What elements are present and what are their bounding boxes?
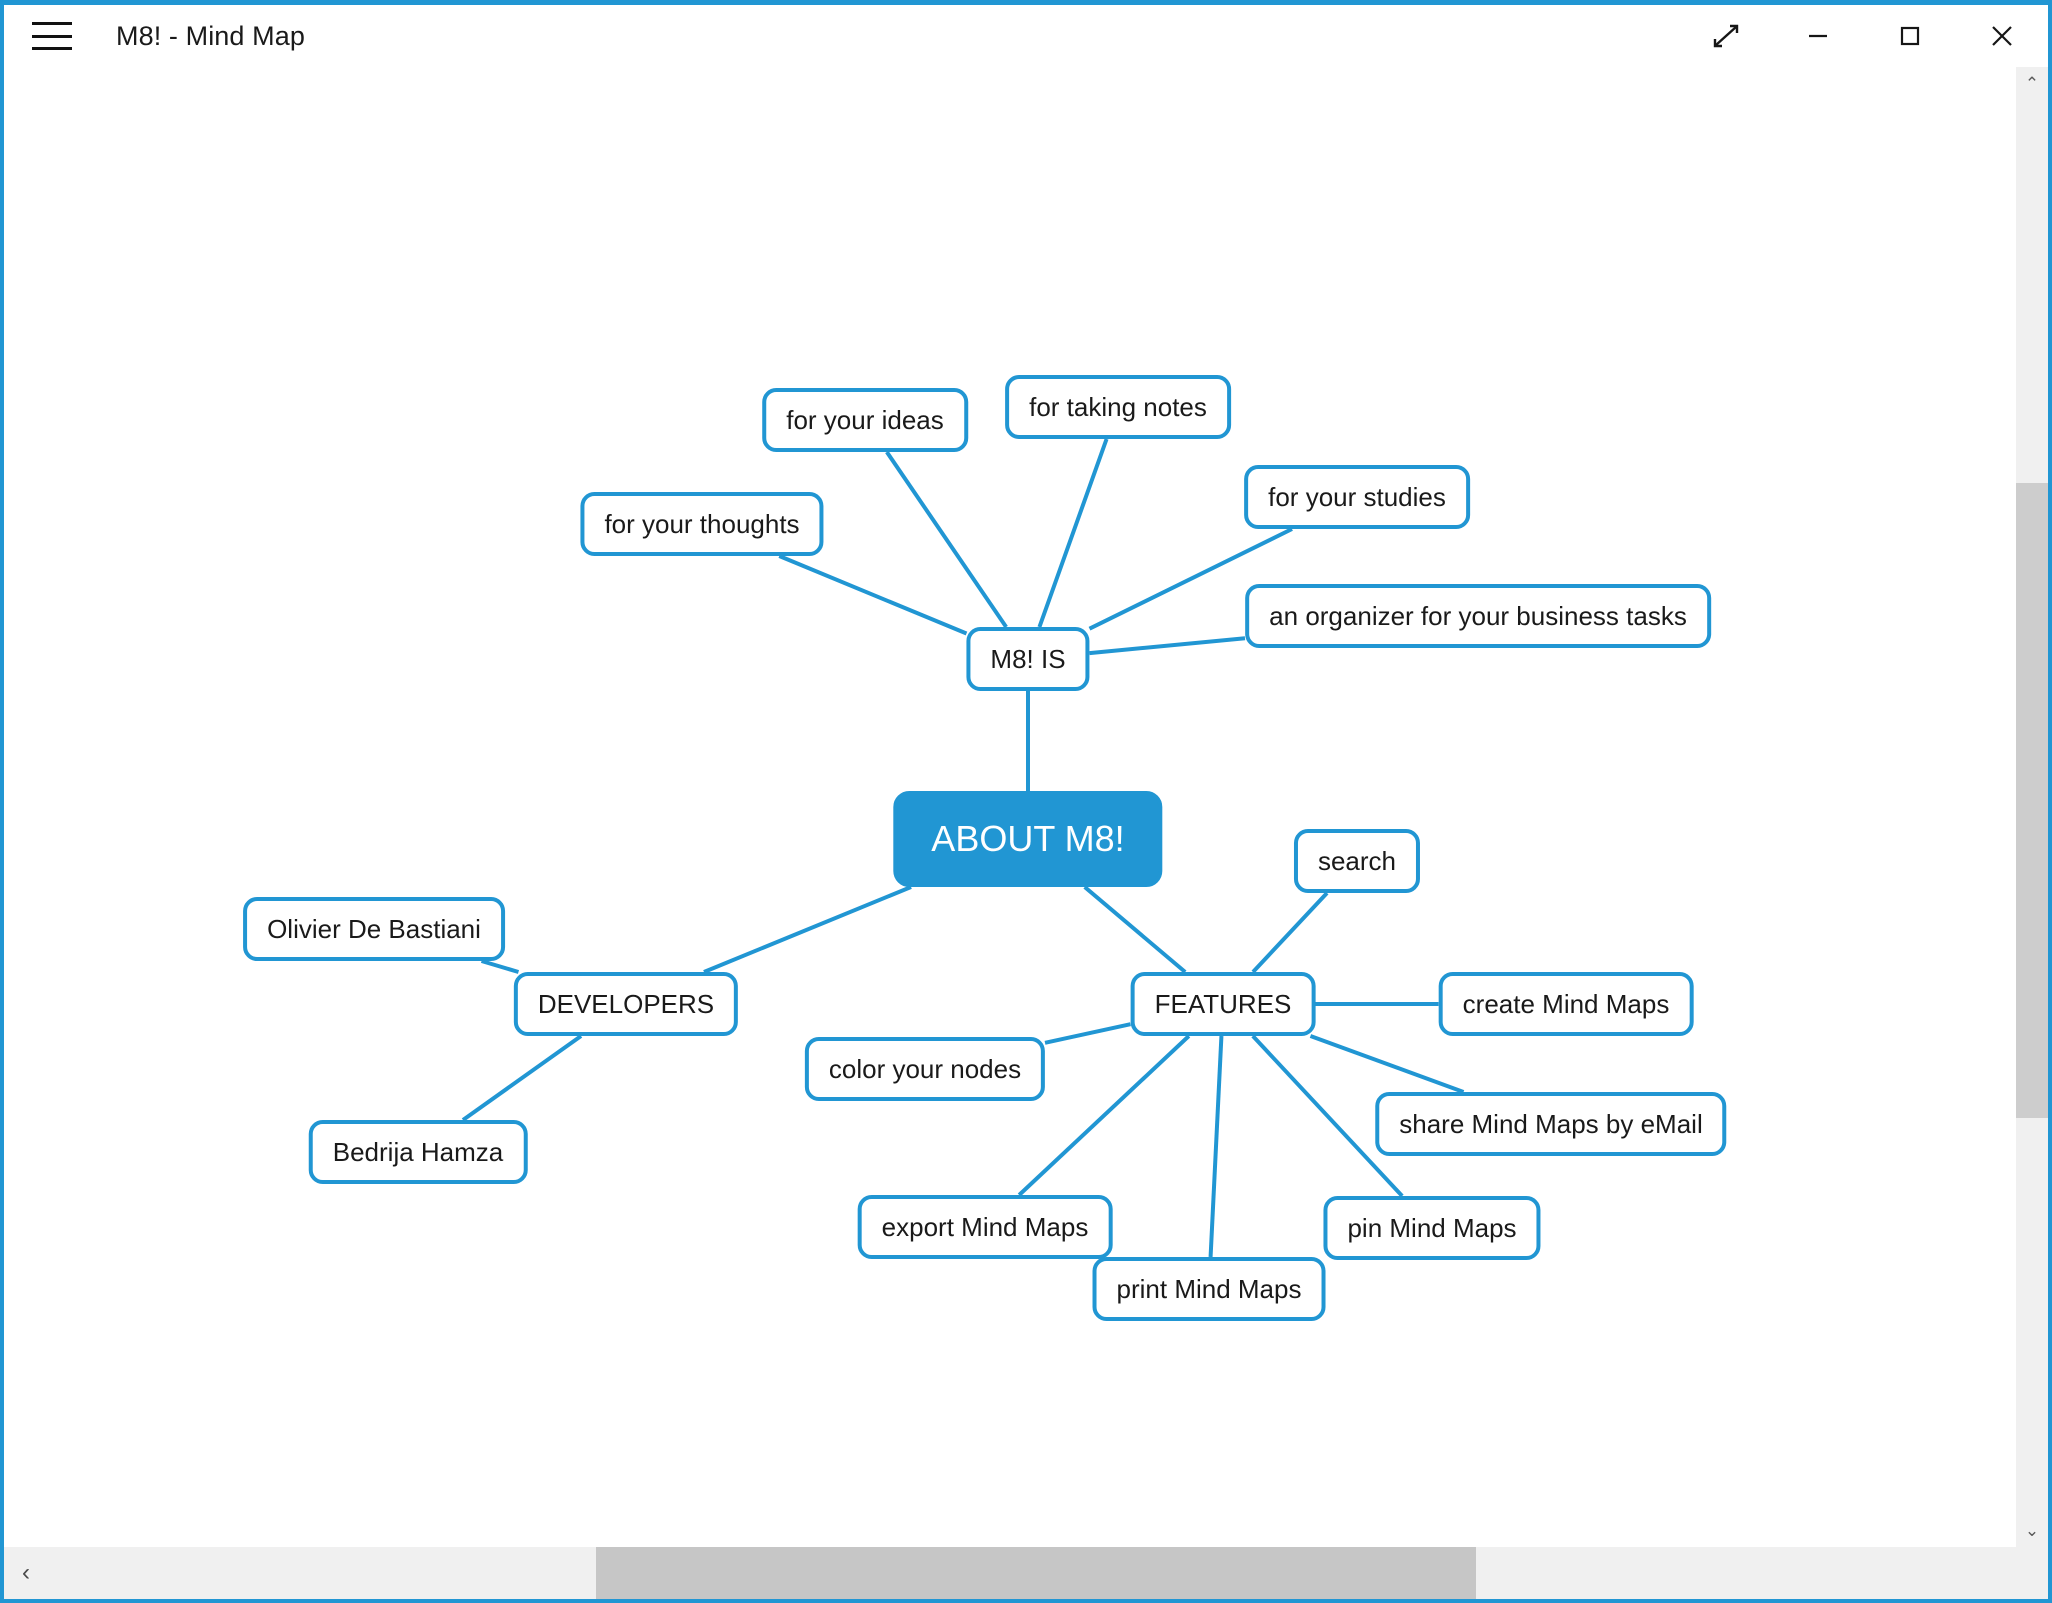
mindmap-edge: [480, 959, 520, 974]
mindmap-node-search[interactable]: search: [1293, 829, 1421, 893]
mindmap-node-m8is[interactable]: M8! IS: [966, 627, 1090, 691]
mindmap-edge: [1208, 1035, 1224, 1258]
mindmap-edge: [885, 450, 1008, 629]
restore-down-icon[interactable]: [1680, 5, 1772, 67]
app-window: M8! - Mind Map ABOUT M8! M8! IS for your…: [0, 0, 2052, 1603]
scrollbar-corner: [2016, 1547, 2048, 1599]
mindmap-node-developers[interactable]: DEVELOPERS: [513, 972, 739, 1036]
mindmap-edge: [1044, 1022, 1131, 1045]
mindmap-edge: [1309, 1034, 1465, 1094]
mindmap-node-notes[interactable]: for taking notes: [1005, 375, 1231, 439]
mindmap-node-export[interactable]: export Mind Maps: [857, 1195, 1113, 1259]
horizontal-scrollbar[interactable]: ‹ ›: [4, 1547, 2048, 1599]
mindmap-node-colornodes[interactable]: color your nodes: [804, 1037, 1046, 1101]
horizontal-scroll-thumb[interactable]: [595, 1547, 1476, 1599]
scroll-up-icon[interactable]: ⌃: [2016, 67, 2048, 101]
mindmap-node-create[interactable]: create Mind Maps: [1438, 972, 1694, 1036]
mindmap-node-olivier[interactable]: Olivier De Bastiani: [243, 897, 505, 961]
scroll-down-icon[interactable]: ⌄: [2016, 1514, 2048, 1548]
window-controls: [1680, 5, 2048, 67]
hamburger-menu-icon[interactable]: [32, 22, 72, 50]
scroll-left-icon[interactable]: ‹: [4, 1547, 48, 1599]
mindmap-node-thoughts[interactable]: for your thoughts: [580, 492, 824, 556]
mindmap-canvas[interactable]: ABOUT M8! M8! IS for your ideas for taking …: [4, 67, 2016, 1548]
maximize-icon[interactable]: [1864, 5, 1956, 67]
mindmap-edge: [461, 1034, 583, 1122]
vertical-scrollbar[interactable]: ⌃ ⌄: [2016, 67, 2048, 1548]
mindmap-edge: [1037, 438, 1109, 628]
title-bar: M8! - Mind Map: [4, 5, 2048, 67]
mindmap-edge: [1083, 885, 1187, 974]
mindmap-edge: [1089, 636, 1246, 656]
horizontal-scroll-track[interactable]: [48, 1547, 2004, 1599]
mindmap-root-node[interactable]: ABOUT M8!: [893, 791, 1163, 887]
vertical-scroll-thumb[interactable]: [2016, 482, 2048, 1119]
mindmap-edge: [778, 554, 968, 636]
mindmap-node-bedrija[interactable]: Bedrija Hamza: [308, 1120, 528, 1184]
vertical-scroll-track[interactable]: [2016, 101, 2048, 1514]
mindmap-edge: [703, 885, 912, 974]
close-icon[interactable]: [1956, 5, 2048, 67]
mindmap-edge: [1251, 891, 1329, 974]
mindmap-node-shareemail[interactable]: share Mind Maps by eMail: [1375, 1092, 1727, 1156]
mindmap-node-pin[interactable]: pin Mind Maps: [1323, 1196, 1541, 1260]
mindmap-node-print[interactable]: print Mind Maps: [1092, 1257, 1326, 1321]
mindmap-node-studies[interactable]: for your studies: [1244, 465, 1470, 529]
minimize-icon[interactable]: [1772, 5, 1864, 67]
mindmap-node-features[interactable]: FEATURES: [1130, 972, 1316, 1036]
window-title: M8! - Mind Map: [116, 20, 305, 51]
mindmap-node-ideas[interactable]: for your ideas: [762, 388, 968, 452]
mindmap-node-organizer[interactable]: an organizer for your business tasks: [1245, 584, 1711, 648]
